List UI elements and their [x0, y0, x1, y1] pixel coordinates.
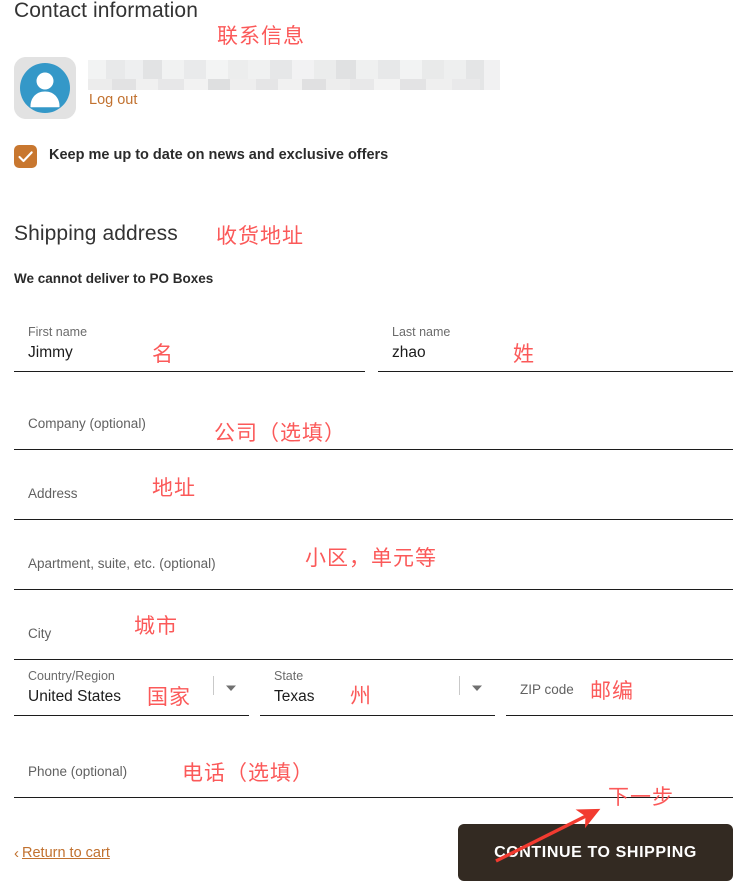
annotation-shipping-address: 收货地址 — [216, 224, 304, 248]
annotation-zip: 邮编 — [590, 679, 634, 703]
last-name-field[interactable]: Last name zhao — [378, 316, 733, 372]
annotation-city: 城市 — [134, 614, 178, 638]
shipping-address-title: Shipping address — [14, 222, 178, 245]
address-label: Address — [28, 486, 78, 501]
company-label: Company (optional) — [28, 416, 146, 431]
first-name-field[interactable]: First name Jimmy — [14, 316, 365, 372]
chevron-left-icon: ‹ — [14, 845, 19, 862]
checkout-page: Contact information 联系信息 Log out Keep me… — [0, 0, 747, 895]
annotation-last-name: 姓 — [513, 342, 535, 366]
annotation-address: 地址 — [152, 476, 196, 500]
return-to-cart-label: Return to cart — [22, 845, 110, 861]
newsletter-label: Keep me up to date on news and exclusive… — [49, 147, 389, 163]
logout-link[interactable]: Log out — [89, 92, 137, 108]
annotation-apartment: 小区，单元等 — [305, 546, 437, 570]
chevron-down-icon[interactable] — [459, 676, 485, 696]
country-region-select[interactable]: Country/Region United States — [14, 660, 249, 716]
annotation-contact-information: 联系信息 — [217, 24, 305, 48]
return-to-cart-link[interactable]: ‹ Return to cart — [14, 845, 110, 862]
country-region-value: United States — [28, 688, 122, 705]
first-name-label: First name — [28, 325, 88, 339]
company-field[interactable]: Company (optional) — [14, 394, 733, 450]
continue-to-shipping-button[interactable]: CONTINUE TO SHIPPING — [458, 824, 733, 881]
country-region-label: Country/Region — [28, 669, 115, 683]
state-label: State — [274, 669, 304, 683]
first-name-value: Jimmy — [28, 344, 73, 361]
apartment-label: Apartment, suite, etc. (optional) — [28, 556, 216, 571]
city-label: City — [28, 626, 52, 641]
annotation-phone: 电话（选填） — [182, 761, 314, 785]
annotation-state: 州 — [350, 684, 372, 708]
annotation-country: 国家 — [147, 685, 191, 709]
redacted-email — [88, 60, 500, 90]
city-field[interactable]: City — [14, 604, 733, 660]
state-select[interactable]: State Texas — [260, 660, 495, 716]
annotation-company: 公司（选填） — [214, 421, 346, 445]
annotation-first-name: 名 — [152, 342, 174, 366]
po-box-note: We cannot deliver to PO Boxes — [14, 271, 214, 286]
address-field[interactable]: Address — [14, 464, 733, 520]
phone-label: Phone (optional) — [28, 764, 128, 779]
avatar — [14, 57, 76, 119]
chevron-down-icon[interactable] — [213, 676, 239, 696]
checkmark-icon — [18, 151, 33, 163]
last-name-value: zhao — [392, 344, 426, 361]
zip-code-label: ZIP code — [520, 682, 574, 697]
user-avatar-icon — [14, 57, 76, 119]
last-name-label: Last name — [392, 325, 451, 339]
state-value: Texas — [274, 688, 315, 705]
annotation-next-step: 下一步 — [608, 785, 674, 809]
newsletter-checkbox[interactable] — [14, 145, 37, 168]
contact-information-title: Contact information — [14, 0, 198, 22]
